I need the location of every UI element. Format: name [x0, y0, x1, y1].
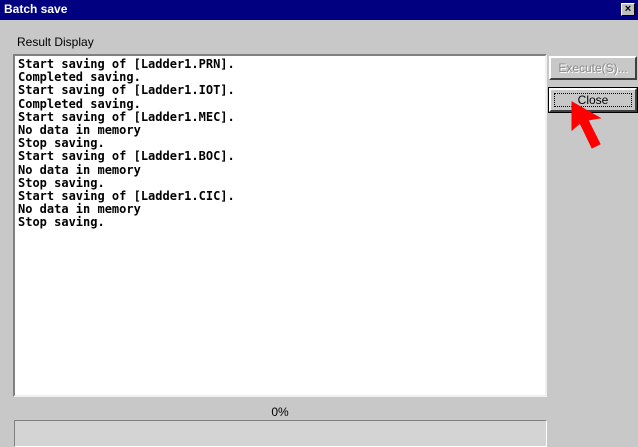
title-bar[interactable]: Batch save ×	[0, 0, 638, 20]
close-icon[interactable]: ×	[621, 3, 635, 16]
window-title: Batch save	[4, 2, 68, 16]
result-display-label: Result Display	[17, 35, 94, 49]
progress-bar	[14, 420, 547, 447]
mouse-pointer-icon	[571, 101, 602, 149]
log-line: No data in memory	[18, 162, 141, 177]
cursor-arrow	[571, 101, 602, 149]
batch-save-dialog: Batch save × Result Display Start saving…	[0, 0, 638, 447]
log-line: Stop saving.	[18, 215, 105, 230]
log-line: Start saving of [Ladder1.IOT].	[18, 83, 235, 98]
result-log[interactable]: Start saving of [Ladder1.PRN]. Completed …	[13, 54, 547, 397]
execute-button[interactable]: Execute(S)...	[549, 56, 637, 80]
progress-percent: 0%	[271, 405, 289, 419]
log-line: Start saving of [Ladder1.BOC].	[18, 149, 235, 164]
log-line: Completed saving.	[18, 96, 141, 111]
